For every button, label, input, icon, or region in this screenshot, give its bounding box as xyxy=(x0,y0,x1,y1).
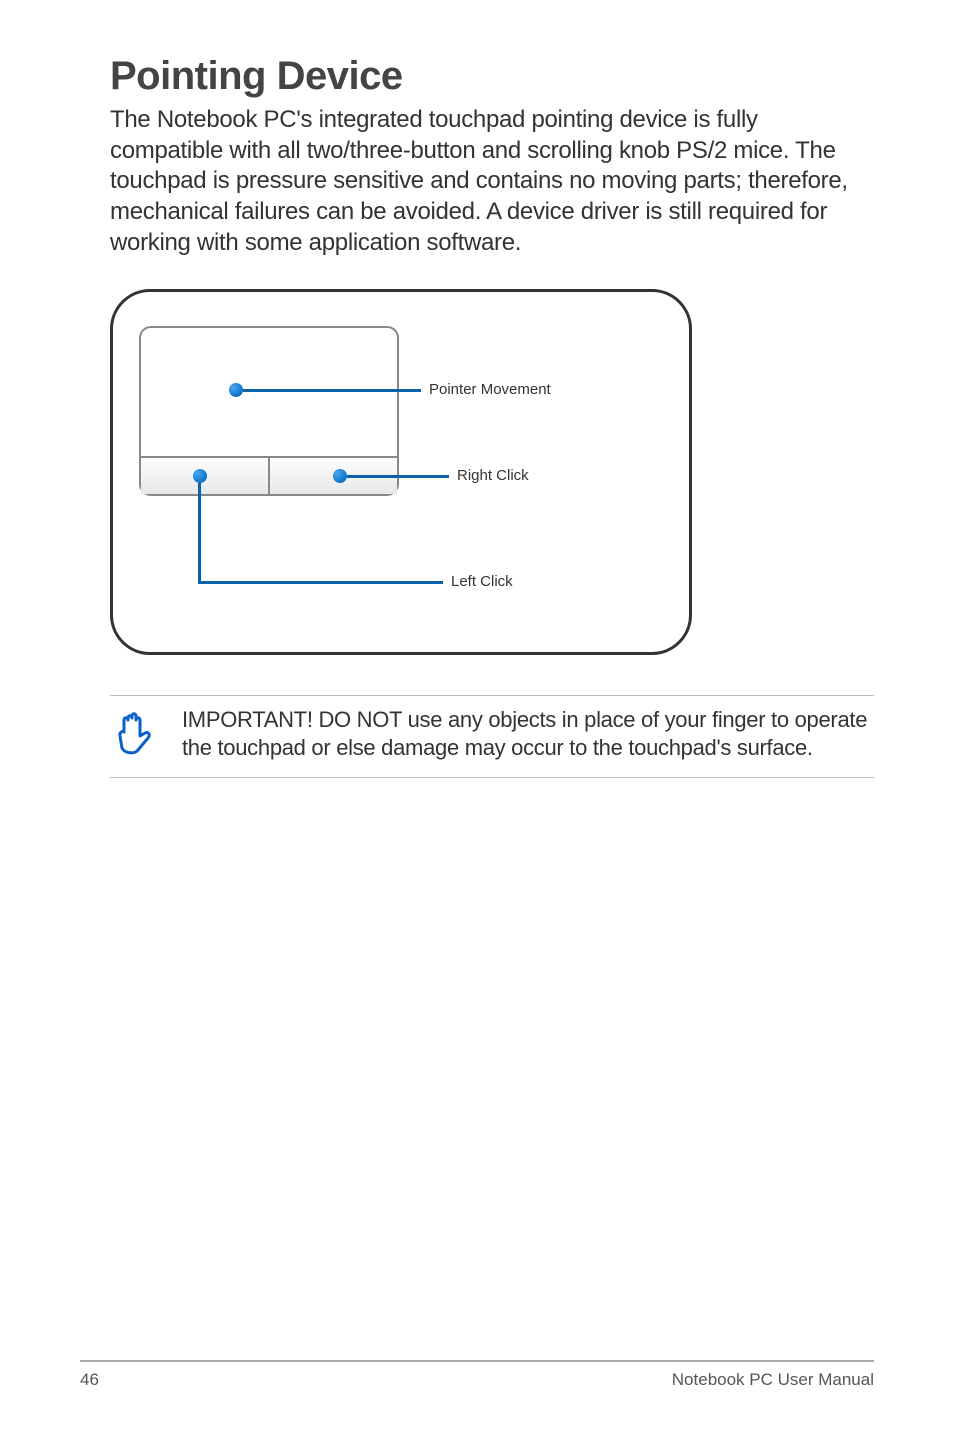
left-click-leader-vertical xyxy=(198,483,201,584)
page-container: Pointing Device The Notebook PC's integr… xyxy=(0,0,954,1438)
right-click-label: Right Click xyxy=(457,467,529,484)
right-click-leader xyxy=(347,475,449,478)
intro-paragraph: The Notebook PC's integrated touchpad po… xyxy=(110,105,874,259)
important-note: IMPORTANT! DO NOT use any objects in pla… xyxy=(110,695,874,778)
page-number: 46 xyxy=(80,1370,99,1390)
left-click-label: Left Click xyxy=(451,573,513,590)
touchpad-vertical-divider xyxy=(268,456,270,494)
important-note-text: IMPORTANT! DO NOT use any objects in pla… xyxy=(182,706,874,762)
left-click-dot xyxy=(193,469,207,483)
touchpad-diagram: Pointer Movement Right Click Left Click xyxy=(110,289,692,655)
manual-title: Notebook PC User Manual xyxy=(672,1370,874,1390)
pointer-movement-label: Pointer Movement xyxy=(429,381,551,398)
pointer-movement-leader xyxy=(243,389,421,392)
page-title: Pointing Device xyxy=(110,54,874,99)
pointer-movement-dot xyxy=(229,383,243,397)
page-footer: 46 Notebook PC User Manual xyxy=(80,1360,874,1390)
right-click-dot xyxy=(333,469,347,483)
touchpad-outline xyxy=(139,326,399,496)
hand-stop-icon xyxy=(110,706,182,767)
left-click-leader-horizontal xyxy=(198,581,443,584)
